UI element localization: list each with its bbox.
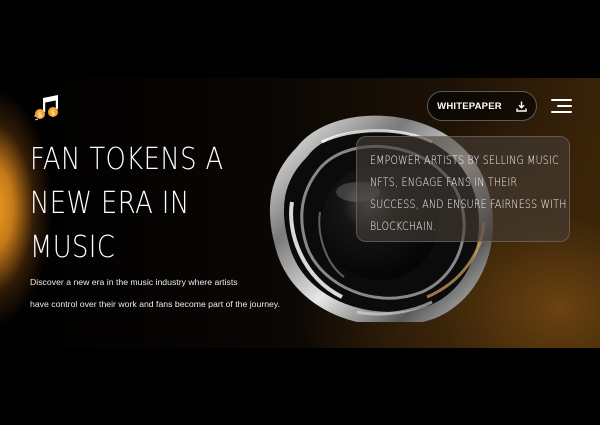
info-card-text: EMPOWER ARTISTS BY SELLING MUSIC NFTS, E… bbox=[370, 153, 567, 233]
hamburger-menu-icon[interactable] bbox=[551, 99, 572, 114]
svg-text:$: $ bbox=[38, 111, 42, 119]
hero-title: FAN TOKENS A NEW ERA IN MUSIC bbox=[30, 142, 224, 265]
hero-section: $ $ WHITEPAPER FAN TOKENS A NEW ERA IN M… bbox=[0, 78, 600, 348]
whitepaper-label: WHITEPAPER bbox=[437, 100, 502, 112]
hero-description-line-1: Discover a new era in the music industry… bbox=[30, 277, 238, 287]
download-icon bbox=[516, 101, 527, 112]
logo[interactable]: $ $ bbox=[32, 94, 62, 122]
music-note-coin-icon: $ $ bbox=[34, 95, 58, 121]
hero-description-line-2: have control over their work and fans be… bbox=[30, 299, 280, 309]
svg-text:$: $ bbox=[51, 109, 55, 117]
info-card: EMPOWER ARTISTS BY SELLING MUSIC NFTS, E… bbox=[356, 136, 570, 242]
